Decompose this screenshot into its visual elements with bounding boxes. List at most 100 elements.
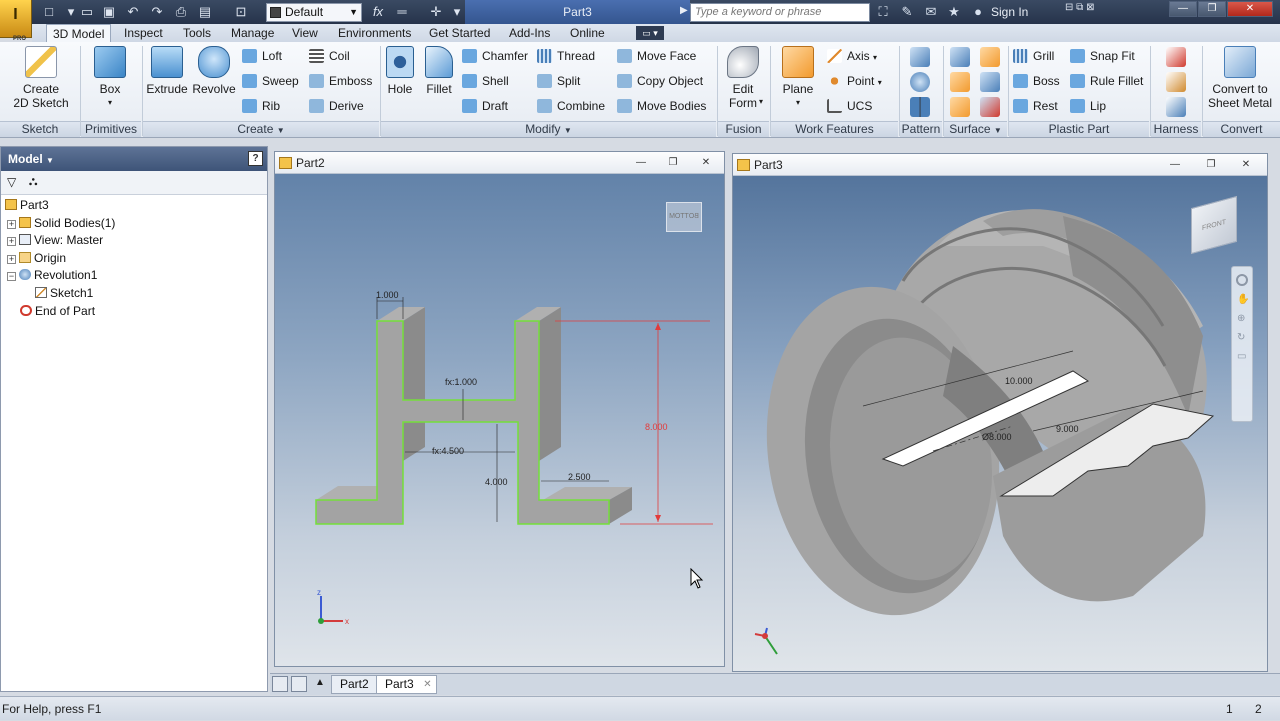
- emboss-button[interactable]: Emboss: [309, 72, 372, 90]
- stitch-icon[interactable]: [950, 72, 970, 95]
- tab-manage[interactable]: Manage: [225, 24, 280, 42]
- select-icon[interactable]: ⊡: [232, 3, 250, 21]
- panel-sketch[interactable]: Sketch: [0, 121, 80, 137]
- filter-icon[interactable]: ▽: [7, 175, 16, 189]
- axis-button[interactable]: Axis ▾: [827, 47, 877, 65]
- binoculars-icon[interactable]: ⛬: [29, 174, 37, 189]
- search-input[interactable]: Type a keyword or phrase: [690, 3, 870, 22]
- tab-add-ins[interactable]: Add-Ins: [503, 24, 556, 42]
- doc-window-controls[interactable]: ⊟ ⧉ ⊠: [1065, 0, 1103, 18]
- dimension-label[interactable]: 8.000: [645, 422, 668, 432]
- tree-item-origin[interactable]: + Origin: [5, 250, 265, 268]
- dimension-label[interactable]: Ø8.000: [982, 432, 1012, 442]
- save-icon[interactable]: ▣: [100, 3, 118, 21]
- hole-button[interactable]: Hole: [383, 46, 417, 96]
- tab-online[interactable]: Online: [564, 24, 611, 42]
- thicken-icon[interactable]: [950, 47, 970, 70]
- patch-icon[interactable]: [980, 47, 1000, 70]
- panel-primitives[interactable]: Primitives: [81, 121, 141, 137]
- box-button[interactable]: Box ▾: [86, 46, 134, 110]
- ribbon-display-icon[interactable]: ▭ ▾: [636, 26, 664, 40]
- revolve-button[interactable]: Revolve: [191, 46, 237, 96]
- tile-windows-icon[interactable]: [272, 676, 288, 692]
- dimension-label[interactable]: fx:1.000: [445, 377, 477, 387]
- maximize-icon[interactable]: ❐: [665, 158, 681, 169]
- panel-plastic-part[interactable]: Plastic Part: [1009, 121, 1149, 137]
- delete-face-icon[interactable]: [980, 97, 1000, 120]
- mirror-icon[interactable]: [910, 97, 930, 120]
- panel-work-features[interactable]: Work Features: [771, 121, 898, 137]
- print-icon[interactable]: ⎙: [172, 3, 190, 21]
- derive-button[interactable]: Derive: [309, 97, 364, 115]
- split-button[interactable]: Split: [537, 72, 580, 90]
- customize-quick-access-icon[interactable]: ▾: [448, 3, 466, 21]
- undo-icon[interactable]: ↶: [124, 3, 142, 21]
- fillet-button[interactable]: Fillet: [422, 46, 456, 96]
- maximize-icon[interactable]: ❐: [1198, 1, 1226, 17]
- rib-button[interactable]: Rib: [242, 97, 280, 115]
- loft-button[interactable]: Loft: [242, 47, 282, 65]
- tools-icon[interactable]: ✎: [898, 4, 916, 20]
- tree-item-sketch1[interactable]: Sketch1: [5, 285, 265, 303]
- minimize-icon[interactable]: —: [633, 158, 649, 169]
- thread-button[interactable]: Thread: [537, 47, 595, 65]
- collapse-icon[interactable]: −: [7, 272, 16, 282]
- harness-properties-icon[interactable]: [1166, 47, 1186, 70]
- project-icon[interactable]: ▤: [196, 3, 214, 21]
- viewport-part2[interactable]: Part2 — ❐ ✕ BOTTOM 1.000 fx:1.000 fx:4.5…: [274, 151, 725, 667]
- panel-create[interactable]: Create ▼: [143, 121, 379, 137]
- tab-tools[interactable]: Tools: [177, 24, 217, 42]
- harness-pins-icon[interactable]: [1166, 97, 1186, 120]
- harness-edit-icon[interactable]: [1166, 72, 1186, 95]
- tab-environments[interactable]: Environments: [332, 24, 417, 42]
- minimize-icon[interactable]: —: [1167, 160, 1183, 171]
- trim-icon[interactable]: [980, 72, 1000, 95]
- tab-inspect[interactable]: Inspect: [118, 24, 169, 42]
- new-icon[interactable]: □: [40, 3, 58, 21]
- dimension-label[interactable]: 2.500: [568, 472, 591, 482]
- rest-button[interactable]: Rest: [1013, 97, 1058, 115]
- grill-button[interactable]: Grill: [1013, 47, 1054, 65]
- dimension-label[interactable]: 1.000: [376, 290, 399, 300]
- chamfer-button[interactable]: Chamfer: [462, 47, 528, 65]
- circular-pattern-icon[interactable]: [910, 72, 930, 95]
- expand-icon[interactable]: +: [7, 237, 16, 247]
- sculpt-icon[interactable]: [950, 97, 970, 120]
- rectangular-pattern-icon[interactable]: [910, 47, 930, 70]
- sweep-button[interactable]: Sweep: [242, 72, 299, 90]
- tab-view[interactable]: View: [286, 24, 324, 42]
- copy-object-button[interactable]: Copy Object: [617, 72, 703, 90]
- shell-button[interactable]: Shell: [462, 72, 509, 90]
- expand-search-icon[interactable]: ▶: [680, 5, 688, 16]
- lip-button[interactable]: Lip: [1070, 97, 1106, 115]
- open-icon[interactable]: ▭: [78, 3, 96, 21]
- panel-convert[interactable]: Convert: [1203, 121, 1280, 137]
- snap-fit-button[interactable]: Snap Fit: [1070, 47, 1135, 65]
- tree-item-end-of-part[interactable]: End of Part: [5, 303, 265, 321]
- dimension-label[interactable]: 4.000: [485, 477, 508, 487]
- panel-fusion[interactable]: Fusion: [718, 121, 769, 137]
- tree-item-revolution1[interactable]: − Revolution1: [5, 267, 265, 285]
- combine-button[interactable]: Combine: [537, 97, 605, 115]
- coil-button[interactable]: Coil: [309, 47, 350, 65]
- appearance-style-select[interactable]: Default ▼: [266, 3, 362, 22]
- chevron-down-icon[interactable]: ▾: [759, 97, 763, 106]
- doc-tab-part3[interactable]: Part3 ✕: [376, 675, 437, 694]
- dimension-label[interactable]: 10.000: [1005, 376, 1033, 386]
- doc-list-icon[interactable]: ▲: [312, 675, 328, 691]
- application-menu-button[interactable]: I PRO: [0, 0, 32, 42]
- move-bodies-button[interactable]: Move Bodies: [617, 97, 706, 115]
- gear-icon[interactable]: ✛: [427, 3, 445, 21]
- tab-get-started[interactable]: Get Started: [423, 24, 496, 42]
- extrude-button[interactable]: Extrude: [145, 46, 189, 96]
- close-tab-icon[interactable]: ✕: [423, 676, 431, 693]
- panel-pattern[interactable]: Pattern: [900, 121, 942, 137]
- point-button[interactable]: Point ▾: [827, 72, 882, 90]
- close-icon[interactable]: ✕: [1238, 160, 1254, 171]
- redo-icon[interactable]: ↷: [148, 3, 166, 21]
- close-icon[interactable]: ✕: [1227, 1, 1273, 17]
- maximize-icon[interactable]: ❐: [1203, 160, 1219, 171]
- arrange-windows-icon[interactable]: [291, 676, 307, 692]
- dimension-label[interactable]: fx:4.500: [432, 446, 464, 456]
- tab-3d-model[interactable]: 3D Model: [46, 24, 112, 42]
